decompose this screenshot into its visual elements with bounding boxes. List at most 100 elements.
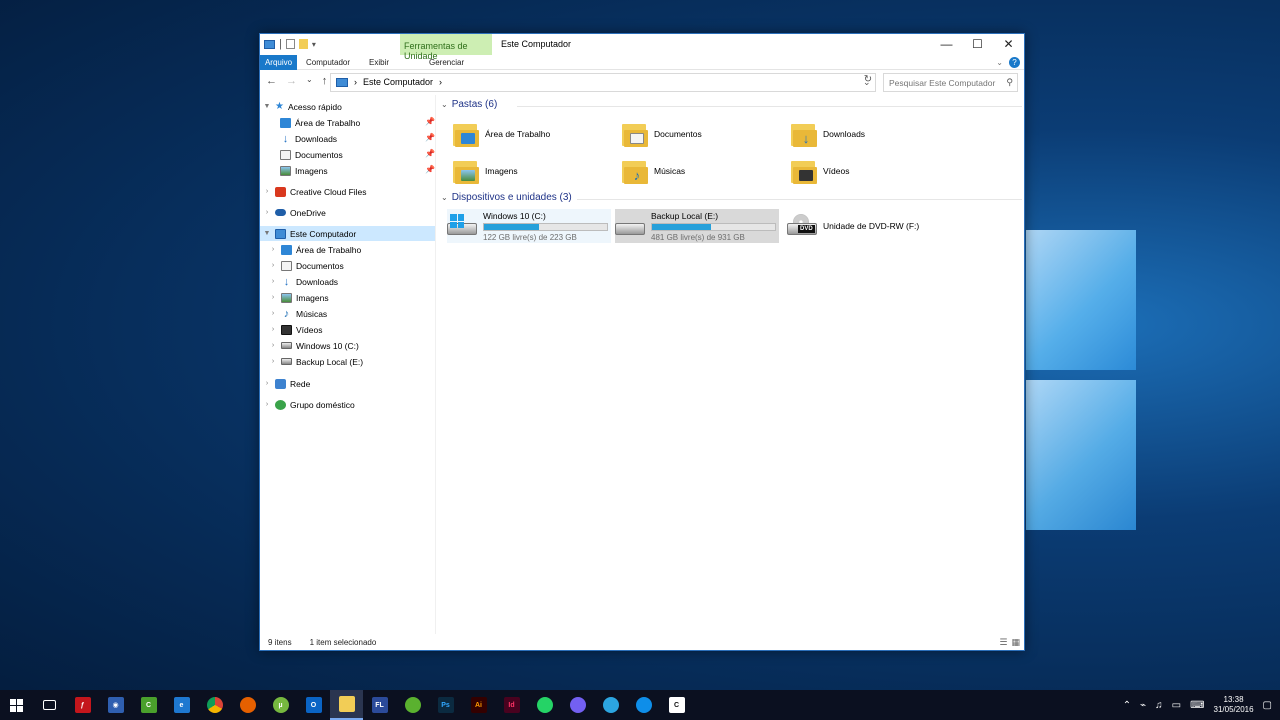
chevron-right-icon[interactable]: › [263, 380, 271, 387]
taskbar-app-utorrent[interactable]: µ [264, 690, 297, 720]
keyboard-icon[interactable]: ⌨ [1190, 700, 1204, 711]
taskbar-app-chrome[interactable] [198, 690, 231, 720]
nav-creative-cloud[interactable]: › Creative Cloud Files [263, 184, 367, 199]
new-folder-icon[interactable] [298, 39, 308, 49]
pin-icon[interactable]: 📌 [425, 149, 435, 158]
minimize-button[interactable]: — [931, 34, 962, 54]
drive-f-tile[interactable]: DVD Unidade de DVD-RW (F:) [787, 209, 951, 243]
taskbar-app-flash[interactable]: ƒ [66, 690, 99, 720]
action-center-icon[interactable]: ▭ [1172, 700, 1181, 711]
chevron-right-icon[interactable]: › [263, 188, 271, 195]
nav-pc-desktop[interactable]: › Área de Trabalho [269, 242, 361, 257]
close-button[interactable]: ✕ [993, 34, 1024, 54]
maximize-button[interactable]: ☐ [962, 34, 993, 54]
nav-pc-drive-e[interactable]: › Backup Local (E:) [269, 354, 363, 369]
search-input[interactable] [889, 78, 999, 88]
chevron-right-icon[interactable]: › [269, 310, 277, 317]
chevron-down-icon[interactable]: ⌄ [441, 100, 448, 109]
nav-quick-access[interactable]: ▼ ★ Acesso rápido [263, 99, 342, 114]
drive-c-tile[interactable]: Windows 10 (C:) 122 GB livre(s) de 223 G… [447, 209, 611, 243]
drive-e-tile[interactable]: Backup Local (E:) 481 GB livre(s) de 931… [615, 209, 779, 243]
nav-quick-desktop[interactable]: Área de Trabalho [280, 115, 360, 130]
taskbar-app-camtasia-recorder[interactable]: C [660, 690, 693, 720]
pin-icon[interactable]: 📌 [425, 133, 435, 142]
start-button[interactable] [0, 690, 33, 720]
folder-music[interactable]: ♪ Músicas [622, 154, 782, 188]
expand-ribbon-icon[interactable]: ⌄ [996, 58, 1003, 67]
search-box[interactable]: ⚲ [883, 73, 1018, 92]
taskbar-app-edge[interactable]: e [165, 690, 198, 720]
chevron-down-icon[interactable]: ⌄ [441, 193, 448, 202]
breadcrumb-separator[interactable]: › [354, 74, 357, 91]
nav-network[interactable]: › Rede [263, 376, 310, 391]
task-view-button[interactable] [33, 690, 66, 720]
folder-downloads[interactable]: ↓ Downloads [791, 117, 951, 151]
tab-computador[interactable]: Computador [306, 55, 350, 70]
tab-gerenciar[interactable]: Gerenciar [429, 55, 464, 70]
forward-button[interactable]: → [286, 75, 297, 87]
taskbar-app-file-explorer[interactable] [330, 690, 363, 720]
taskbar-app-viber[interactable] [561, 690, 594, 720]
chevron-right-icon[interactable]: › [269, 342, 277, 349]
nav-quick-documents[interactable]: Documentos [280, 147, 343, 162]
volume-icon[interactable]: ♫ [1155, 700, 1163, 711]
properties-icon[interactable] [285, 39, 295, 49]
taskbar-app-corel[interactable] [396, 690, 429, 720]
breadcrumb-separator-2[interactable]: › [439, 74, 442, 91]
nav-homegroup[interactable]: › Grupo doméstico [263, 397, 355, 412]
nav-this-pc[interactable]: ▼ Este Computador [260, 226, 435, 241]
nav-pc-drive-c[interactable]: › Windows 10 (C:) [269, 338, 359, 353]
pin-icon[interactable]: 📌 [425, 117, 435, 126]
taskbar-app-firefox[interactable] [231, 690, 264, 720]
taskbar-app-fl-studio[interactable]: FL [363, 690, 396, 720]
taskbar-app-teamviewer[interactable] [627, 690, 660, 720]
drive-tools-context-tab[interactable]: Ferramentas de Unidade [400, 34, 492, 61]
taskbar-app-illustrator[interactable]: Ai [462, 690, 495, 720]
taskbar-app-outlook[interactable]: O [297, 690, 330, 720]
address-bar[interactable]: › Este Computador › ⌄ [330, 73, 876, 92]
tab-exibir[interactable]: Exibir [369, 55, 389, 70]
taskbar-app-indesign[interactable]: Id [495, 690, 528, 720]
chevron-down-icon[interactable]: ▼ [263, 230, 271, 237]
network-tray-icon[interactable]: ⌁ [1140, 700, 1146, 711]
chevron-right-icon[interactable]: › [269, 294, 277, 301]
nav-pc-music[interactable]: › ♪ Músicas [269, 306, 327, 321]
chevron-down-icon[interactable]: ▼ [263, 103, 271, 110]
chevron-right-icon[interactable]: › [269, 326, 277, 333]
nav-pc-documents[interactable]: › Documentos [269, 258, 344, 273]
details-view-icon[interactable]: ☰ [999, 637, 1007, 648]
help-icon[interactable]: ? [1009, 57, 1020, 68]
nav-pc-videos[interactable]: › Vídeos [269, 322, 322, 337]
tab-arquivo[interactable]: Arquivo [260, 55, 297, 70]
chevron-right-icon[interactable]: › [263, 209, 271, 216]
breadcrumb-este-computador[interactable]: Este Computador [363, 74, 433, 91]
up-button[interactable]: ↑ [322, 75, 328, 87]
show-hidden-icons-icon[interactable]: ⌃ [1123, 700, 1131, 711]
chevron-right-icon[interactable]: › [269, 358, 277, 365]
nav-onedrive[interactable]: › OneDrive [263, 205, 326, 220]
large-icons-view-icon[interactable]: ▦ [1011, 637, 1020, 648]
customize-qat-icon[interactable]: ▾ [312, 40, 316, 49]
folder-documents[interactable]: Documentos [622, 117, 782, 151]
taskbar-app-media[interactable]: ◉ [99, 690, 132, 720]
folder-videos[interactable]: Vídeos [791, 154, 951, 188]
taskbar-app-camtasia[interactable]: C [132, 690, 165, 720]
devices-group-header[interactable]: ⌄ Dispositivos e unidades (3) [441, 192, 572, 203]
nav-pc-images[interactable]: › Imagens [269, 290, 329, 305]
folders-group-header[interactable]: ⌄ Pastas (6) [441, 99, 497, 110]
folder-images[interactable]: Imagens [453, 154, 613, 188]
nav-quick-images[interactable]: Imagens [280, 163, 328, 178]
pin-icon[interactable]: 📌 [425, 165, 435, 174]
clock[interactable]: 13:38 31/05/2016 [1214, 695, 1254, 715]
back-button[interactable]: ← [266, 75, 277, 87]
chevron-right-icon[interactable]: › [263, 401, 271, 408]
nav-pc-downloads[interactable]: › ↓ Downloads [269, 274, 338, 289]
chevron-right-icon[interactable]: › [269, 262, 277, 269]
taskbar-app-whatsapp[interactable] [528, 690, 561, 720]
taskbar-app-photoshop[interactable]: Ps [429, 690, 462, 720]
notifications-icon[interactable]: ▢ [1263, 700, 1272, 711]
chevron-right-icon[interactable]: › [269, 278, 277, 285]
refresh-button[interactable]: ↻ [861, 74, 875, 91]
folder-desktop[interactable]: Área de Trabalho [453, 117, 613, 151]
recent-locations-icon[interactable]: ⌄ [306, 75, 313, 87]
